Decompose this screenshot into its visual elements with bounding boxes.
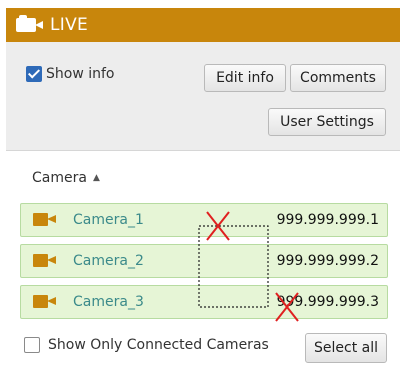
annotation-overlay [198, 211, 299, 322]
red-x-mark [206, 211, 230, 241]
red-x-mark [275, 292, 299, 322]
